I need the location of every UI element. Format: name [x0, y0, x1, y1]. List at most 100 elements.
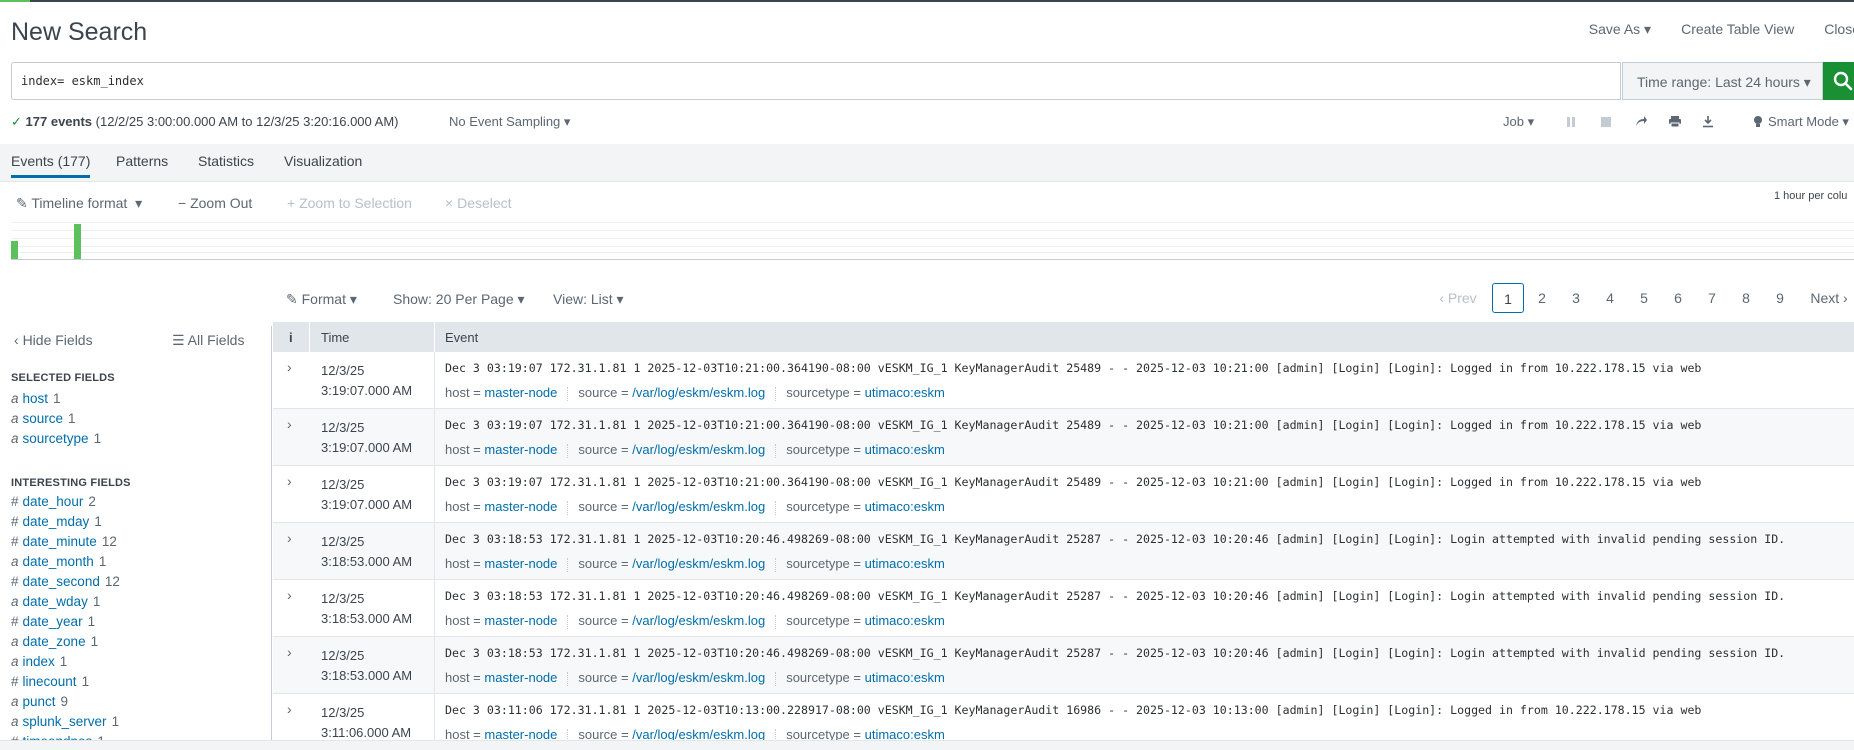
search-query-text[interactable]: index= eskm_index: [21, 74, 144, 88]
field-name[interactable]: date_mday: [23, 514, 90, 529]
view-dropdown[interactable]: View: List ▾: [553, 291, 624, 308]
field-item-date_zone[interactable]: a date_zone 1: [11, 634, 98, 649]
field-item-date_year[interactable]: # date_year 1: [11, 614, 95, 629]
expand-chevron-icon[interactable]: ›: [287, 359, 292, 375]
sourcetype-value[interactable]: utimaco:eskm: [865, 727, 945, 740]
timeline-format-dropdown[interactable]: ✎ Timeline format ▾: [16, 195, 142, 212]
expand-chevron-icon[interactable]: ›: [287, 473, 292, 489]
expand-chevron-icon[interactable]: ›: [287, 644, 292, 660]
field-name[interactable]: date_wday: [23, 594, 88, 609]
search-input[interactable]: index= eskm_index: [11, 62, 1621, 100]
event-raw-text[interactable]: Dec 3 03:18:53 172.31.1.81 1 2025-12-03T…: [445, 532, 1785, 546]
event-raw-text[interactable]: Dec 3 03:18:53 172.31.1.81 1 2025-12-03T…: [445, 646, 1785, 660]
page-3-button[interactable]: 3: [1560, 283, 1592, 313]
format-dropdown[interactable]: ✎ Format ▾: [286, 291, 357, 308]
field-name[interactable]: date_second: [23, 574, 100, 589]
page-5-button[interactable]: 5: [1628, 283, 1660, 313]
stop-icon[interactable]: [1600, 116, 1612, 128]
export-icon[interactable]: [1702, 115, 1714, 128]
field-item-punct[interactable]: a punct 9: [11, 694, 68, 709]
expand-chevron-icon[interactable]: ›: [287, 530, 292, 546]
print-icon[interactable]: [1668, 115, 1682, 128]
source-value[interactable]: /var/log/eskm/eskm.log: [632, 556, 765, 571]
sourcetype-value[interactable]: utimaco:eskm: [865, 670, 945, 685]
host-value[interactable]: master-node: [484, 670, 557, 685]
field-name[interactable]: linecount: [23, 674, 77, 689]
field-item-host[interactable]: a host 1: [11, 391, 61, 406]
close-button[interactable]: Close: [1824, 21, 1854, 38]
host-value[interactable]: master-node: [484, 613, 557, 628]
event-time[interactable]: 12/3/25 3:11:06.000 AM: [321, 703, 411, 740]
host-value[interactable]: master-node: [484, 499, 557, 514]
field-item-source[interactable]: a source 1: [11, 411, 76, 426]
expand-chevron-icon[interactable]: ›: [287, 416, 292, 432]
per-page-dropdown[interactable]: Show: 20 Per Page ▾: [393, 291, 525, 308]
timeline-bar[interactable]: [11, 241, 18, 259]
search-button[interactable]: [1823, 62, 1854, 100]
timeline-bar[interactable]: [74, 224, 81, 259]
sourcetype-value[interactable]: utimaco:eskm: [865, 385, 945, 400]
source-value[interactable]: /var/log/eskm/eskm.log: [632, 670, 765, 685]
field-name[interactable]: index: [23, 654, 55, 669]
page-2-button[interactable]: 2: [1526, 283, 1558, 313]
field-name[interactable]: sourcetype: [23, 431, 89, 446]
deselect-button[interactable]: × Deselect: [445, 195, 512, 211]
horizontal-scrollbar[interactable]: [0, 740, 1854, 750]
field-name[interactable]: splunk_server: [23, 714, 107, 729]
create-table-view-button[interactable]: Create Table View: [1681, 21, 1794, 38]
all-fields-button[interactable]: ☰ All Fields: [172, 332, 244, 349]
page-9-button[interactable]: 9: [1764, 283, 1796, 313]
field-item-date_month[interactable]: a date_month 1: [11, 554, 106, 569]
source-value[interactable]: /var/log/eskm/eskm.log: [632, 442, 765, 457]
zoom-to-selection-button[interactable]: + Zoom to Selection: [287, 195, 412, 211]
field-name[interactable]: punct: [23, 694, 56, 709]
field-item-index[interactable]: a index 1: [11, 654, 67, 669]
hide-fields-button[interactable]: ‹ Hide Fields: [14, 332, 93, 348]
pause-icon[interactable]: [1566, 116, 1576, 128]
host-value[interactable]: master-node: [484, 727, 557, 740]
event-raw-text[interactable]: Dec 3 03:18:53 172.31.1.81 1 2025-12-03T…: [445, 589, 1785, 603]
tab-patterns[interactable]: Patterns: [116, 153, 168, 169]
field-item-date_second[interactable]: # date_second 12: [11, 574, 120, 589]
sourcetype-value[interactable]: utimaco:eskm: [865, 556, 945, 571]
field-name[interactable]: date_zone: [23, 634, 86, 649]
event-time[interactable]: 12/3/25 3:19:07.000 AM: [321, 361, 412, 401]
tab-visualization[interactable]: Visualization: [284, 153, 362, 169]
source-value[interactable]: /var/log/eskm/eskm.log: [632, 727, 765, 740]
timeline-histogram[interactable]: [11, 222, 1854, 260]
page-1-button[interactable]: 1: [1492, 283, 1524, 313]
field-item-date_hour[interactable]: # date_hour 2: [11, 494, 96, 509]
page-7-button[interactable]: 7: [1696, 283, 1728, 313]
time-column-header[interactable]: Time: [321, 330, 349, 345]
host-value[interactable]: master-node: [484, 385, 557, 400]
prev-page-button[interactable]: ‹ Prev: [1433, 283, 1483, 313]
next-page-button[interactable]: Next ›: [1804, 283, 1854, 313]
time-range-picker[interactable]: Time range: Last 24 hours ▾: [1622, 62, 1823, 100]
tab-events[interactable]: Events (177): [11, 153, 91, 178]
source-value[interactable]: /var/log/eskm/eskm.log: [632, 613, 765, 628]
source-value[interactable]: /var/log/eskm/eskm.log: [632, 499, 765, 514]
sourcetype-value[interactable]: utimaco:eskm: [865, 499, 945, 514]
expand-chevron-icon[interactable]: ›: [287, 701, 292, 717]
tab-statistics[interactable]: Statistics: [198, 153, 254, 169]
field-name[interactable]: host: [23, 391, 49, 406]
event-raw-text[interactable]: Dec 3 03:19:07 172.31.1.81 1 2025-12-03T…: [445, 418, 1701, 432]
job-menu[interactable]: Job ▾: [1503, 114, 1534, 130]
field-name[interactable]: source: [23, 411, 64, 426]
host-value[interactable]: master-node: [484, 442, 557, 457]
event-time[interactable]: 12/3/25 3:18:53.000 AM: [321, 532, 412, 572]
sourcetype-value[interactable]: utimaco:eskm: [865, 613, 945, 628]
event-raw-text[interactable]: Dec 3 03:19:07 172.31.1.81 1 2025-12-03T…: [445, 361, 1701, 375]
save-as-button[interactable]: Save As ▾: [1589, 21, 1651, 38]
page-6-button[interactable]: 6: [1662, 283, 1694, 313]
field-name[interactable]: date_year: [23, 614, 83, 629]
source-value[interactable]: /var/log/eskm/eskm.log: [632, 385, 765, 400]
share-icon[interactable]: [1634, 115, 1648, 128]
field-item-date_mday[interactable]: # date_mday 1: [11, 514, 102, 529]
sourcetype-value[interactable]: utimaco:eskm: [865, 442, 945, 457]
field-name[interactable]: date_minute: [23, 534, 97, 549]
event-time[interactable]: 12/3/25 3:18:53.000 AM: [321, 589, 412, 629]
event-time[interactable]: 12/3/25 3:19:07.000 AM: [321, 418, 412, 458]
event-raw-text[interactable]: Dec 3 03:11:06 172.31.1.81 1 2025-12-03T…: [445, 703, 1701, 717]
field-name[interactable]: date_hour: [23, 494, 84, 509]
